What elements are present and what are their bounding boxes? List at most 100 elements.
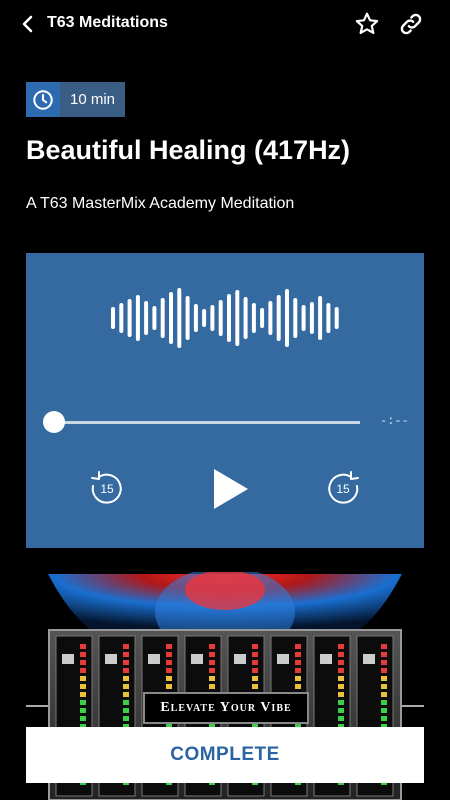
meter-segment [252, 676, 258, 681]
meter-segment [123, 692, 129, 697]
meter-segment [295, 684, 301, 689]
meter-segment [381, 660, 387, 665]
meter-segment [381, 708, 387, 713]
waveform-bar [169, 292, 173, 344]
meter-segment [252, 660, 258, 665]
meter-segment [123, 684, 129, 689]
meter-segment [381, 676, 387, 681]
waveform-bar [210, 305, 215, 331]
waveform-bar [260, 308, 265, 328]
meter-segment [381, 652, 387, 657]
forward-15-button[interactable]: 15 [326, 470, 362, 506]
artwork-banner: Elevate Your Vibe [143, 692, 309, 724]
waveform-bar [111, 307, 115, 329]
meditation-subtitle: A T63 MasterMix Academy Meditation [26, 195, 295, 212]
waveform-bar [293, 298, 298, 338]
waveform-bar [160, 298, 165, 338]
meter-segment [80, 708, 86, 713]
waveform-bar [119, 303, 124, 333]
chevron-left-icon[interactable] [16, 12, 40, 36]
waveform-bar [301, 305, 306, 331]
time-remaining: -:-- [380, 414, 409, 428]
meter-segment [209, 684, 215, 689]
meter-segment [338, 684, 344, 689]
meter-segment [338, 692, 344, 697]
fader-knob [277, 654, 289, 664]
star-icon[interactable] [354, 11, 380, 37]
meter-segment [123, 676, 129, 681]
meter-segment [252, 644, 258, 649]
meter-segment [295, 676, 301, 681]
waveform-icon [111, 288, 339, 348]
meter-segment [80, 668, 86, 673]
meter-segment [338, 676, 344, 681]
waveform-bar [193, 304, 198, 332]
meter-segment [295, 644, 301, 649]
meter-segment [381, 700, 387, 705]
meter-segment [295, 652, 301, 657]
meter-segment [381, 692, 387, 697]
meter-segment [80, 644, 86, 649]
waveform-bar [235, 290, 240, 346]
progress-knob[interactable] [43, 411, 65, 433]
waveform-bar [144, 301, 149, 335]
waveform-bar [127, 299, 132, 337]
waveform-bar [309, 302, 314, 334]
audio-player: -:-- 15 15 [26, 253, 424, 548]
waveform-bar [202, 309, 207, 327]
meter-segment [80, 676, 86, 681]
meter-segment [123, 660, 129, 665]
waveform-bar [268, 301, 273, 335]
fader-knob [62, 654, 74, 664]
play-button[interactable] [210, 467, 250, 511]
page-title: T63 Meditations [47, 14, 168, 31]
meter-segment [338, 716, 344, 721]
meter-segment [338, 708, 344, 713]
complete-button[interactable]: COMPLETE [26, 727, 424, 783]
meter-segment [80, 652, 86, 657]
meter-segment [123, 652, 129, 657]
waveform-bar [276, 295, 281, 341]
waveform-bar [218, 300, 223, 336]
meter-segment [381, 684, 387, 689]
meter-segment [295, 660, 301, 665]
fader-knob [234, 654, 246, 664]
meter-segment [252, 668, 258, 673]
fader-knob [105, 654, 117, 664]
forward-label: 15 [336, 482, 350, 496]
meter-segment [209, 652, 215, 657]
meter-segment [80, 692, 86, 697]
waveform-bar [334, 307, 339, 329]
clock-icon [26, 82, 60, 117]
meter-segment [209, 668, 215, 673]
meter-segment [166, 652, 172, 657]
waveform-bar [251, 303, 256, 333]
rewind-15-button[interactable]: 15 [88, 470, 124, 506]
progress-track[interactable] [54, 421, 360, 424]
meter-segment [209, 660, 215, 665]
meter-segment [80, 716, 86, 721]
meter-segment [209, 644, 215, 649]
meter-segment [381, 644, 387, 649]
fader-knob [191, 654, 203, 664]
waveform-bar [177, 288, 182, 348]
waveform-bar [152, 306, 157, 330]
duration-label: 10 min [60, 82, 126, 117]
meter-segment [80, 700, 86, 705]
meter-segment [166, 644, 172, 649]
link-icon[interactable] [398, 11, 424, 37]
top-bar: T63 Meditations [0, 0, 450, 48]
meter-segment [166, 668, 172, 673]
waveform-bar [135, 295, 140, 341]
waveform-bar [285, 289, 289, 347]
fader-knob [148, 654, 160, 664]
fader-knob [363, 654, 375, 664]
meter-segment [381, 668, 387, 673]
meditation-title: Beautiful Healing (417Hz) [26, 135, 351, 165]
meter-segment [166, 660, 172, 665]
waveform-bar [243, 297, 248, 339]
meter-segment [166, 676, 172, 681]
waveform-bar [185, 296, 190, 340]
meter-segment [80, 684, 86, 689]
meter-segment [123, 700, 129, 705]
